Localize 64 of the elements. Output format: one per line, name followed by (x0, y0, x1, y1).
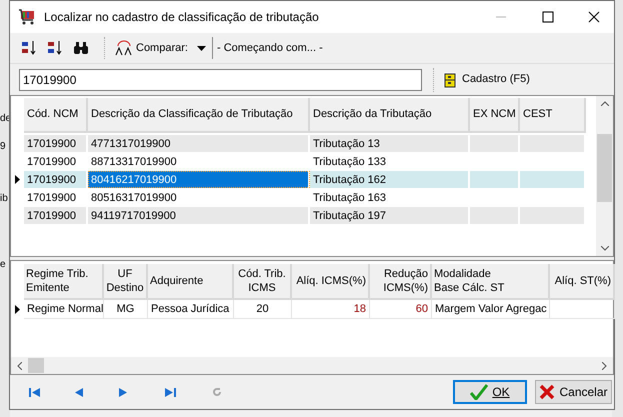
column-header: Alíq. ICMS(%) (295, 274, 366, 288)
column-header[interactable]: CEST (520, 98, 586, 133)
previous-record-icon[interactable] (75, 388, 83, 396)
sort-descending-icon (47, 40, 63, 56)
ok-button[interactable]: OK (453, 380, 527, 404)
cross-icon (539, 384, 556, 400)
table-cell: Tributação 162 (310, 171, 470, 188)
table-cell: 20 (234, 300, 292, 319)
first-record-icon[interactable] (29, 388, 40, 396)
table-cell: 4771317019900 (88, 135, 310, 152)
background-text: 9 (0, 140, 6, 154)
table-cell: 17019900 (24, 171, 88, 188)
scroll-up-icon[interactable] (600, 101, 609, 106)
column-header: Regime Trib. Emitente (26, 267, 90, 295)
table-cell: Tributação 13 (310, 135, 470, 152)
close-icon[interactable] (588, 11, 600, 23)
sort-ascending-icon (21, 40, 37, 56)
cabinet-icon (444, 72, 456, 88)
binoculars-icon (73, 41, 89, 55)
column-header: Adquirente (150, 274, 204, 288)
compare-icon (115, 40, 133, 56)
horizontal-scrollbar[interactable] (11, 357, 613, 374)
cart-icon (18, 9, 36, 25)
table-cell: Margem Valor Agregac (432, 300, 550, 319)
table-cell: Regime Normal (24, 300, 104, 319)
column-header: Cód. Trib. ICMS (237, 267, 287, 295)
column-header: UF Destino (106, 267, 144, 295)
checkmark-icon (470, 384, 488, 400)
compare-button[interactable]: Comparar: (115, 36, 206, 60)
table-cell: 17019900 (24, 135, 88, 152)
window-title: Localizar no cadastro de classificação de tributação (44, 9, 319, 26)
current-row-icon (15, 305, 20, 314)
table-cell: 94119717019900 (88, 207, 310, 224)
table-cell: MG (104, 300, 148, 319)
table-cell: Pessoa Jurídica (148, 300, 234, 319)
compare-mode-label: - Começando com... - (216, 40, 323, 56)
search-field[interactable]: 17019900 (19, 68, 422, 90)
table-cell: 60 (370, 300, 432, 319)
dropdown-arrow-icon (196, 46, 206, 50)
column-header[interactable]: Descrição da Tributação (310, 98, 470, 133)
cadastro-button[interactable]: Cadastro (F5) (442, 68, 532, 92)
current-row-icon (15, 175, 20, 184)
column-header: Modalidade Base Cálc. ST (434, 267, 506, 295)
table-cell: 18 (292, 300, 370, 319)
scroll-left-icon[interactable] (17, 362, 22, 370)
last-record-icon[interactable] (165, 388, 176, 396)
table-cell: Tributação 197 (310, 207, 470, 224)
vertical-scrollbar[interactable] (596, 96, 613, 256)
background-text: e (0, 258, 6, 272)
column-header[interactable]: Cód. NCM (24, 98, 88, 133)
column-header: Alíq. ST(%) (554, 274, 611, 288)
scroll-right-icon[interactable] (602, 362, 607, 370)
table-cell: 17019900 (24, 207, 88, 224)
maximize-icon[interactable] (542, 11, 554, 23)
scrollbar-thumb[interactable] (28, 358, 44, 373)
next-record-icon[interactable] (119, 388, 127, 396)
cancel-button[interactable]: Cancelar (535, 380, 612, 404)
column-header[interactable]: Descrição da Classificação de Tributação (88, 98, 310, 133)
scrollbar-thumb[interactable] (597, 134, 612, 202)
background-text: ib (0, 192, 8, 206)
column-header[interactable]: EX NCM (470, 98, 520, 133)
column-header: Redução ICMS(%) (382, 267, 428, 295)
scroll-down-icon[interactable] (600, 246, 609, 251)
table-cell: 80416217019900 (88, 171, 310, 188)
